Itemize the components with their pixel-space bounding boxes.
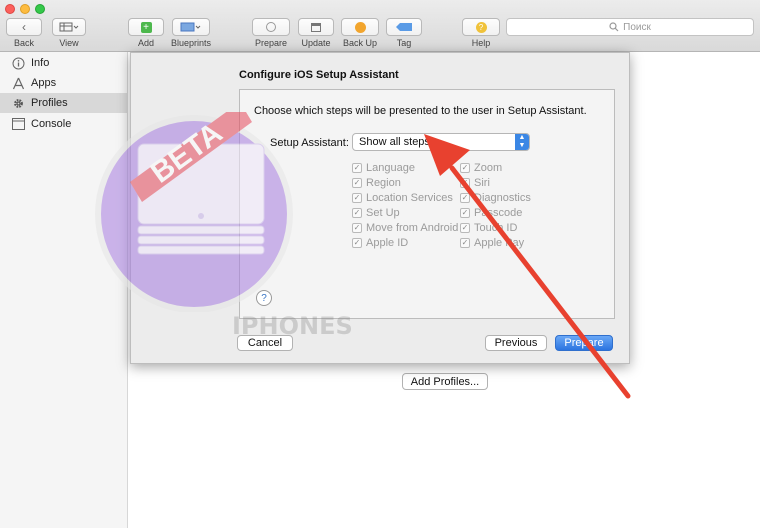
sidebar-item-label: Profiles bbox=[31, 97, 68, 109]
blueprints-icon bbox=[180, 22, 201, 32]
window-zoom-button[interactable] bbox=[35, 4, 45, 14]
step-label: Location Services bbox=[366, 192, 453, 204]
help-question-button[interactable]: ? bbox=[256, 290, 272, 306]
help-button[interactable]: ? bbox=[462, 18, 500, 36]
setup-assistant-select[interactable]: Show all steps ▲ ▼ bbox=[352, 133, 530, 151]
update-label: Update bbox=[301, 38, 331, 48]
checkmark-icon: ✓ bbox=[460, 193, 470, 203]
add-icon: + bbox=[140, 21, 152, 33]
backup-button[interactable] bbox=[341, 18, 379, 36]
update-icon bbox=[311, 22, 321, 32]
checkmark-icon: ✓ bbox=[460, 178, 470, 188]
dialog-title: Configure iOS Setup Assistant bbox=[239, 69, 399, 81]
view-button[interactable] bbox=[52, 18, 86, 36]
step-checkbox-region[interactable]: ✓ Region bbox=[352, 176, 401, 190]
step-label: Move from Android bbox=[366, 222, 459, 234]
sidebar-item-info[interactable]: Info bbox=[0, 53, 128, 73]
step-checkbox-language[interactable]: ✓ Language bbox=[352, 161, 415, 175]
step-checkbox-location-services[interactable]: ✓ Location Services bbox=[352, 191, 453, 205]
step-label: Touch ID bbox=[474, 222, 518, 234]
configure-setup-assistant-dialog: Configure iOS Setup Assistant Choose whi… bbox=[130, 52, 630, 364]
tag-icon bbox=[396, 23, 412, 31]
cancel-button[interactable]: Cancel bbox=[237, 335, 293, 351]
chevron-left-icon: ‹ bbox=[22, 20, 26, 34]
setup-assistant-value: Show all steps bbox=[359, 136, 430, 148]
step-label: Passcode bbox=[474, 207, 523, 219]
prepare-button[interactable] bbox=[252, 18, 290, 36]
add-button[interactable]: + bbox=[128, 18, 164, 36]
checkmark-icon: ✓ bbox=[460, 208, 470, 218]
checkmark-icon: ✓ bbox=[352, 208, 362, 218]
info-icon bbox=[11, 56, 25, 70]
checkmark-icon: ✓ bbox=[460, 223, 470, 233]
add-label: Add bbox=[137, 38, 154, 48]
search-placeholder: Поиск bbox=[623, 21, 651, 33]
step-checkbox-zoom[interactable]: ✓ Zoom bbox=[460, 161, 502, 175]
sidebar-item-console[interactable]: Console bbox=[0, 114, 128, 134]
question-icon: ? bbox=[261, 292, 267, 304]
step-checkbox-apple-pay[interactable]: ✓ Apple Pay bbox=[460, 236, 524, 250]
prepare-label: Prepare bbox=[254, 38, 288, 48]
checkmark-icon: ✓ bbox=[352, 223, 362, 233]
prepare-dialog-button[interactable]: Prepare bbox=[555, 335, 613, 351]
step-label: Region bbox=[366, 177, 401, 189]
help-label: Help bbox=[471, 38, 491, 48]
step-label: Siri bbox=[474, 177, 490, 189]
checkmark-icon: ✓ bbox=[352, 178, 362, 188]
blueprints-button[interactable] bbox=[172, 18, 210, 36]
checkmark-icon: ✓ bbox=[460, 238, 470, 248]
update-button[interactable] bbox=[298, 18, 334, 36]
sidebar-item-label: Console bbox=[31, 118, 72, 130]
step-checkbox-move-from-android[interactable]: ✓ Move from Android bbox=[352, 221, 458, 235]
search-icon bbox=[609, 22, 619, 32]
step-checkbox-siri[interactable]: ✓ Siri bbox=[460, 176, 490, 190]
tag-button[interactable] bbox=[386, 18, 422, 36]
step-checkbox-touch-id[interactable]: ✓ Touch ID bbox=[460, 221, 517, 235]
checkmark-icon: ✓ bbox=[352, 163, 362, 173]
help-icon: ? bbox=[475, 21, 487, 33]
dialog-options-panel: Choose which steps will be presented to … bbox=[239, 89, 615, 319]
chevron-updown-icon: ▲ ▼ bbox=[515, 134, 529, 150]
search-input[interactable]: Поиск bbox=[506, 18, 754, 36]
sidebar: Info Apps Profiles Console bbox=[0, 52, 128, 528]
window-close-button[interactable] bbox=[5, 4, 15, 14]
window-minimize-button[interactable] bbox=[20, 4, 30, 14]
prepare-icon bbox=[266, 22, 276, 32]
step-checkbox-diagnostics[interactable]: ✓ Diagnostics bbox=[460, 191, 531, 205]
sidebar-item-label: Apps bbox=[31, 77, 57, 89]
toolbar: ‹ Back View + Add Blueprints Prepare Upd… bbox=[0, 0, 760, 52]
step-checkbox-passcode[interactable]: ✓ Passcode bbox=[460, 206, 522, 220]
step-label: Diagnostics bbox=[474, 192, 531, 204]
console-icon bbox=[11, 117, 25, 131]
sidebar-item-label: Info bbox=[31, 57, 50, 69]
sidebar-item-profiles[interactable]: Profiles bbox=[0, 93, 128, 113]
add-profiles-button[interactable]: Add Profiles... bbox=[402, 373, 488, 390]
step-label: Apple ID bbox=[366, 237, 409, 249]
step-checkbox-set-up[interactable]: ✓ Set Up bbox=[352, 206, 400, 220]
backup-label: Back Up bbox=[342, 38, 377, 48]
back-button[interactable]: ‹ bbox=[6, 18, 42, 36]
gear-icon bbox=[11, 96, 25, 110]
step-label: Language bbox=[366, 162, 415, 174]
sidebar-item-apps[interactable]: Apps bbox=[0, 73, 128, 93]
backup-icon bbox=[354, 21, 366, 33]
checkmark-icon: ✓ bbox=[352, 193, 362, 203]
step-label: Set Up bbox=[366, 207, 400, 219]
previous-button[interactable]: Previous bbox=[485, 335, 547, 351]
blueprints-label: Blueprints bbox=[170, 38, 212, 48]
view-label: View bbox=[59, 38, 79, 48]
checkmark-icon: ✓ bbox=[352, 238, 362, 248]
dialog-description: Choose which steps will be presented to … bbox=[254, 105, 587, 117]
setup-assistant-label: Setup Assistant: bbox=[270, 137, 349, 149]
checkmark-icon: ✓ bbox=[460, 163, 470, 173]
grid-view-icon bbox=[59, 22, 79, 32]
step-checkbox-apple-id[interactable]: ✓ Apple ID bbox=[352, 236, 408, 250]
back-label: Back bbox=[13, 38, 34, 48]
step-label: Apple Pay bbox=[474, 237, 525, 249]
tag-label: Tag bbox=[396, 38, 412, 48]
step-label: Zoom bbox=[474, 162, 503, 174]
apps-icon bbox=[11, 76, 25, 90]
